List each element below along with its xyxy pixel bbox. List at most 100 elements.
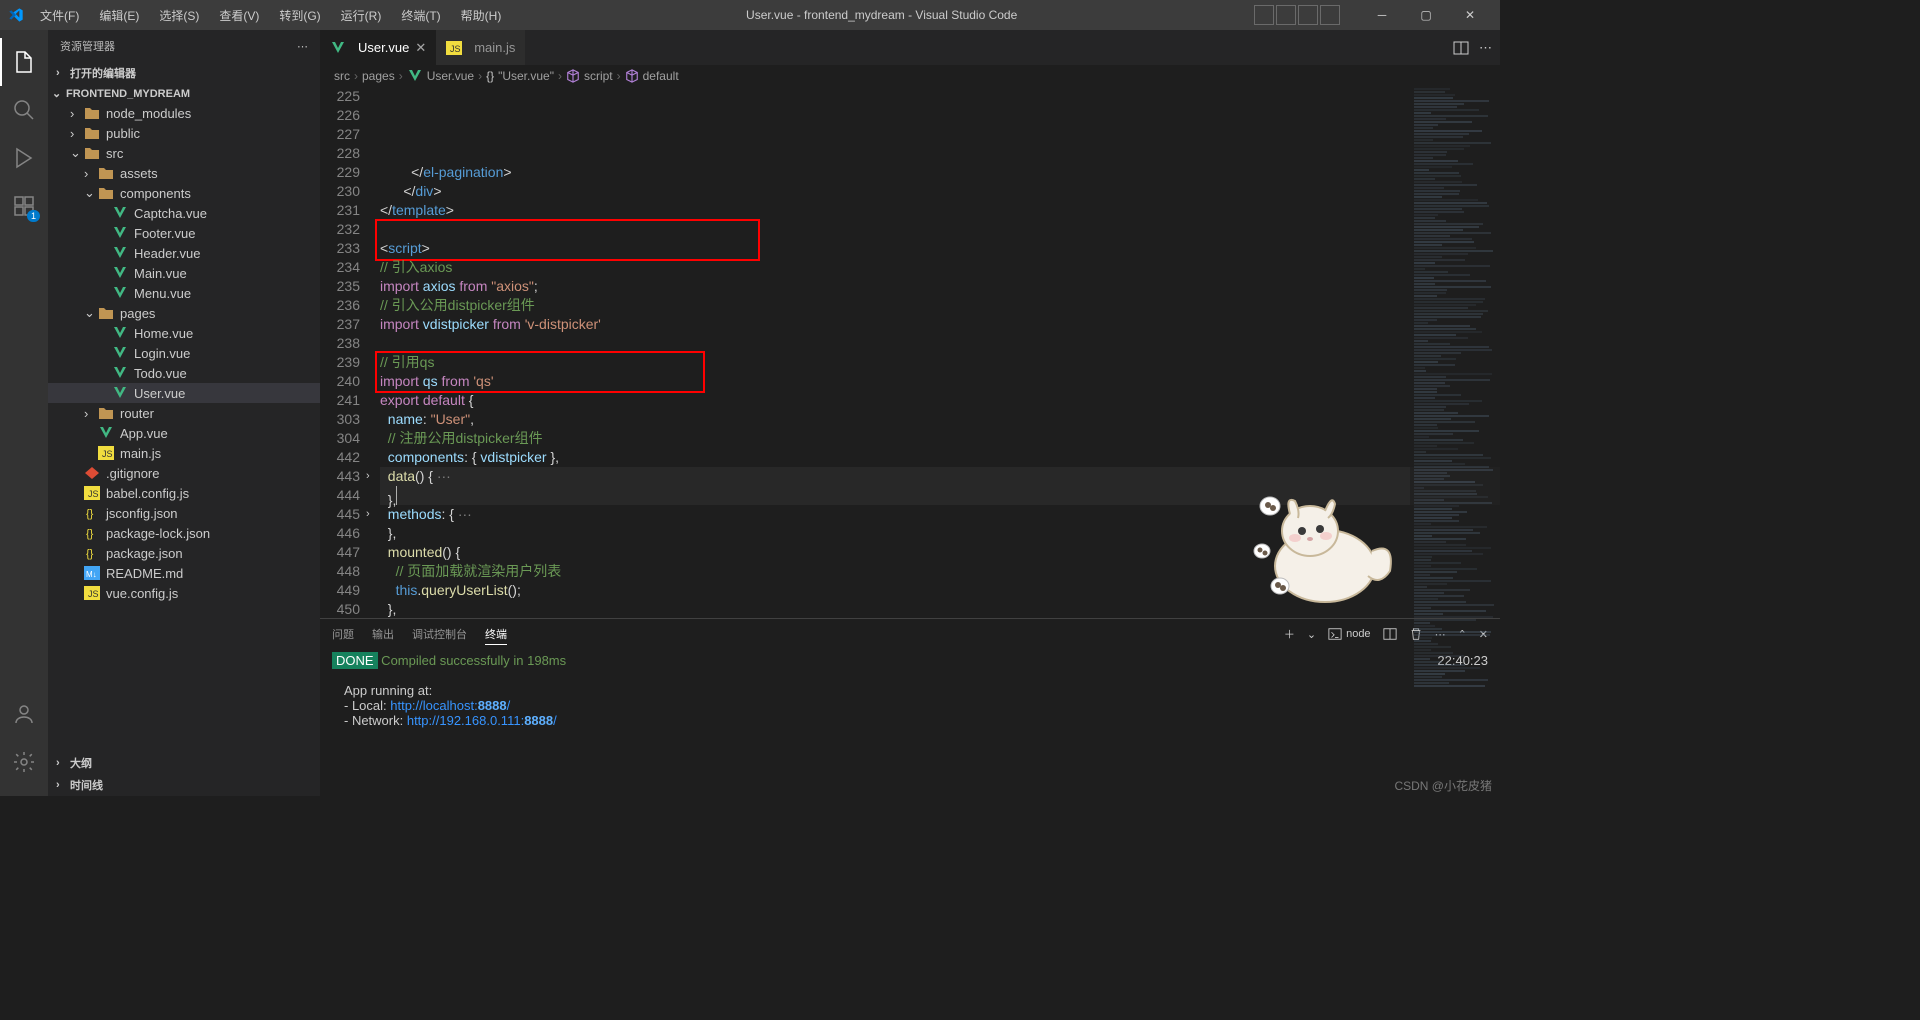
network-url-link[interactable]: http://192.168.0.111:8888/ [407,713,557,728]
code-line[interactable]: <script> [380,239,1500,258]
code-line[interactable]: // 注册公用distpicker组件 [380,429,1500,448]
layout-centered-icon[interactable] [1320,5,1340,25]
tree-item-README.md[interactable]: M↓README.md [48,563,320,583]
code-line[interactable]: // 引入axios [380,258,1500,277]
code-line[interactable]: import qs from 'qs' [380,372,1500,391]
tree-item-User.vue[interactable]: User.vue [48,383,320,403]
menu-查看(V)[interactable]: 查看(V) [211,4,267,27]
tree-item-vue.config.js[interactable]: JSvue.config.js [48,583,320,603]
split-editor-icon[interactable] [1453,40,1469,56]
folder-icon [98,165,114,181]
maximize-button[interactable]: ▢ [1404,0,1448,30]
local-url-link[interactable]: http://localhost:8888/ [390,698,510,713]
terminal-output[interactable]: DONE Compiled successfully in 198ms 22:4… [320,649,1500,796]
more-actions-icon[interactable]: ⋯ [1479,40,1492,56]
menu-转到(G)[interactable]: 转到(G) [271,4,328,27]
tree-item-assets[interactable]: ›assets [48,163,320,183]
layout-panel-left-icon[interactable] [1254,5,1274,25]
breadcrumbs[interactable]: src›pages›User.vue›{}"User.vue"›script›d… [320,65,1500,87]
tab-User.vue[interactable]: User.vue✕ [320,30,436,65]
breadcrumb-item[interactable]: "User.vue" [498,69,554,83]
tree-item-package.json[interactable]: {}package.json [48,543,320,563]
menu-终端(T)[interactable]: 终端(T) [393,4,448,27]
split-terminal-icon[interactable] [1383,627,1397,641]
tree-item-components[interactable]: ⌄components [48,183,320,203]
menu-文件(F)[interactable]: 文件(F) [32,4,87,27]
vscode-logo-icon [8,7,24,23]
more-icon[interactable]: ⋯ [297,40,308,53]
run-debug-icon[interactable] [0,134,48,182]
code-line[interactable]: name: "User", [380,410,1500,429]
outline-section[interactable]: ›大纲 [48,752,320,774]
terminal-tab-输出[interactable]: 输出 [372,624,394,644]
tree-item-Todo.vue[interactable]: Todo.vue [48,363,320,383]
code-line[interactable]: import axios from "axios"; [380,277,1500,296]
menu-运行(R)[interactable]: 运行(R) [333,4,390,27]
code-line[interactable]: </div> [380,182,1500,201]
terminal-tab-调试控制台[interactable]: 调试控制台 [412,624,467,644]
minimize-button[interactable]: ─ [1360,0,1404,30]
code-line[interactable]: // 引用qs [380,353,1500,372]
terminal-dropdown-icon[interactable]: ⌄ [1307,628,1316,641]
tree-item-public[interactable]: ›public [48,123,320,143]
tab-main.js[interactable]: JSmain.js [436,30,525,65]
menu-编辑(E)[interactable]: 编辑(E) [91,4,147,27]
tree-item-Menu.vue[interactable]: Menu.vue [48,283,320,303]
new-terminal-icon[interactable]: ＋ [1284,626,1295,642]
line-number: 443 [320,467,360,486]
fold-icon[interactable]: › [366,467,370,486]
tree-item-App.vue[interactable]: App.vue [48,423,320,443]
menu-选择(S)[interactable]: 选择(S) [151,4,207,27]
accounts-icon[interactable] [0,690,48,738]
timeline-section[interactable]: ›时间线 [48,774,320,796]
tree-item-Header.vue[interactable]: Header.vue [48,243,320,263]
code-line[interactable]: components: { vdistpicker }, [380,448,1500,467]
tree-item-.gitignore[interactable]: .gitignore [48,463,320,483]
vue-icon [98,425,114,441]
search-icon[interactable] [0,86,48,134]
explorer-icon[interactable] [0,38,48,86]
menu-帮助(H)[interactable]: 帮助(H) [453,4,510,27]
tree-item-Captcha.vue[interactable]: Captcha.vue [48,203,320,223]
close-tab-icon[interactable]: ✕ [415,40,426,56]
tree-item-Footer.vue[interactable]: Footer.vue [48,223,320,243]
code-line[interactable] [380,334,1500,353]
code-line[interactable] [380,220,1500,239]
settings-gear-icon[interactable] [0,738,48,786]
terminal-tab-问题[interactable]: 问题 [332,624,354,644]
tree-item-Login.vue[interactable]: Login.vue [48,343,320,363]
breadcrumb-item[interactable]: default [643,69,679,83]
tree-item-babel.config.js[interactable]: JSbabel.config.js [48,483,320,503]
tree-item-package-lock.json[interactable]: {}package-lock.json [48,523,320,543]
breadcrumb-item[interactable]: pages [362,69,395,83]
tree-item-main.js[interactable]: JSmain.js [48,443,320,463]
terminal-shell-icon[interactable]: node [1328,627,1370,641]
tree-item-router[interactable]: ›router [48,403,320,423]
fold-icon[interactable]: › [366,505,370,524]
code-line[interactable]: </el-pagination> [380,163,1500,182]
code-line[interactable]: import vdistpicker from 'v-distpicker' [380,315,1500,334]
tree-item-Home.vue[interactable]: Home.vue [48,323,320,343]
tree-item-pages[interactable]: ⌄pages [48,303,320,323]
code-line[interactable]: </template> [380,201,1500,220]
window-title: User.vue - frontend_mydream - Visual Stu… [509,8,1254,22]
code-line[interactable]: // 引入公用distpicker组件 [380,296,1500,315]
breadcrumb-item[interactable]: script [584,69,613,83]
close-button[interactable]: ✕ [1448,0,1492,30]
open-editors-section[interactable]: ›打开的编辑器 [48,62,320,84]
breadcrumb-item[interactable]: src [334,69,350,83]
tree-item-Main.vue[interactable]: Main.vue [48,263,320,283]
extensions-icon[interactable]: 1 [0,182,48,230]
code-line[interactable]: export default { [380,391,1500,410]
tree-item-jsconfig.json[interactable]: {}jsconfig.json [48,503,320,523]
breadcrumb-item[interactable]: User.vue [427,69,474,83]
tree-item-src[interactable]: ⌄src [48,143,320,163]
layout-panel-right-icon[interactable] [1298,5,1318,25]
project-header[interactable]: ⌄FRONTEND_MYDREAM [48,84,320,103]
minimap[interactable] [1410,87,1500,607]
terminal-tab-终端[interactable]: 终端 [485,624,507,645]
md-icon: M↓ [84,565,100,581]
line-number: 228 [320,144,360,163]
tree-item-node_modules[interactable]: ›node_modules [48,103,320,123]
layout-panel-bottom-icon[interactable] [1276,5,1296,25]
